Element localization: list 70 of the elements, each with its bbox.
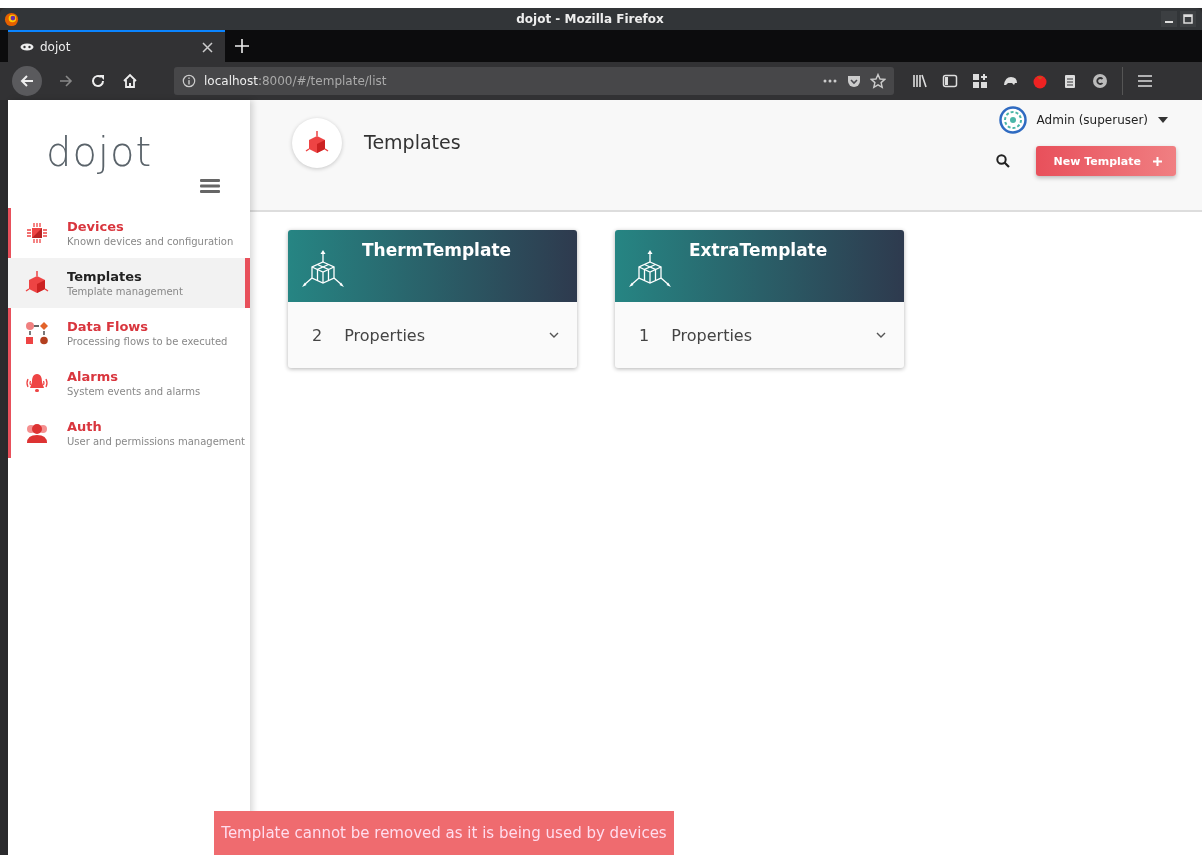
item-title: Templates: [67, 269, 143, 284]
property-count: 2: [312, 325, 323, 345]
item-description: System events and alarms: [67, 386, 201, 397]
reload-icon[interactable]: [90, 73, 106, 89]
window-title: dojot - Mozilla Firefox: [515, 12, 665, 26]
property-count: 1: [639, 325, 650, 345]
sidebar-icon[interactable]: [942, 73, 958, 89]
wireframe-cube-icon: [302, 250, 344, 290]
mask-icon: [20, 43, 34, 51]
firefox-icon: [4, 11, 19, 27]
url-path: :8000/#/template/list: [257, 74, 387, 88]
sidebar-item[interactable]: Templates Template management: [8, 258, 250, 308]
properties-label: Properties: [671, 325, 753, 345]
close-icon[interactable]: [202, 41, 213, 53]
item-title: Auth: [67, 419, 103, 434]
library-icon[interactable]: [912, 73, 928, 89]
item-description: Processing flows to be executed: [67, 336, 228, 347]
item-description: Template management: [67, 286, 183, 297]
address-bar[interactable]: localhost:8000/#/template/list: [174, 67, 894, 95]
user-name[interactable]: Admin (superuser): [1036, 113, 1148, 127]
tomato-icon[interactable]: [1032, 73, 1048, 89]
item-description: Known devices and configuration: [67, 236, 234, 247]
card-title: ExtraTemplate: [689, 240, 828, 260]
pocket-icon[interactable]: [846, 73, 862, 89]
c-circle-icon[interactable]: [1092, 73, 1108, 89]
grid-plus-icon[interactable]: [972, 73, 988, 89]
item-description: User and permissions management: [67, 436, 245, 447]
url-host: localhost: [204, 74, 258, 88]
chevron-down-icon[interactable]: [549, 332, 559, 338]
back-button[interactable]: [12, 66, 42, 96]
star-icon[interactable]: [870, 73, 886, 89]
toast-message: Template cannot be removed as it is being used by devices: [214, 811, 674, 855]
menu-icon[interactable]: [1137, 73, 1153, 89]
chevron-down-icon[interactable]: [876, 332, 886, 338]
maximize-icon: [1183, 14, 1193, 24]
properties-row[interactable]: 1 Properties: [615, 302, 904, 368]
wireframe-cube-icon: [629, 250, 671, 290]
notes-icon[interactable]: [1062, 73, 1078, 89]
properties-row[interactable]: 2 Properties: [288, 302, 577, 368]
cube-icon: [305, 130, 329, 156]
avatar-icon[interactable]: [998, 106, 1027, 134]
tab-title: dojot: [40, 40, 71, 54]
browser-tab[interactable]: dojot: [8, 30, 225, 62]
item-title: Alarms: [67, 369, 119, 384]
cube-icon: [25, 271, 49, 295]
back-arrow-icon: [19, 73, 35, 89]
bell-icon: [25, 371, 49, 395]
flow-icon: [25, 321, 49, 345]
maximize-button[interactable]: [1180, 11, 1196, 27]
info-icon[interactable]: [182, 74, 196, 88]
item-title: Devices: [67, 219, 125, 234]
home-icon[interactable]: [122, 73, 138, 89]
caret-icon[interactable]: [1158, 117, 1168, 123]
plus-icon: [1153, 156, 1162, 166]
card-title: ThermTemplate: [362, 240, 512, 260]
minimize-button[interactable]: [1161, 11, 1177, 27]
minimize-icon: [1165, 21, 1173, 23]
menu-icon[interactable]: [200, 178, 220, 194]
properties-label: Properties: [344, 325, 426, 345]
page-title: Templates: [364, 131, 461, 153]
item-title: Data Flows: [67, 319, 150, 334]
sidebar-item[interactable]: Data Flows Processing flows to be executed: [8, 308, 250, 358]
sidebar-item[interactable]: Auth User and permissions management: [8, 408, 250, 458]
sidebar-item[interactable]: Alarms System events and alarms: [8, 358, 250, 408]
chip-icon: [26, 222, 48, 244]
search-icon[interactable]: [996, 154, 1010, 168]
users-icon: [25, 421, 49, 445]
forward-icon[interactable]: [58, 73, 74, 89]
logo: dojot: [46, 129, 153, 175]
new-tab-icon[interactable]: [235, 39, 249, 53]
